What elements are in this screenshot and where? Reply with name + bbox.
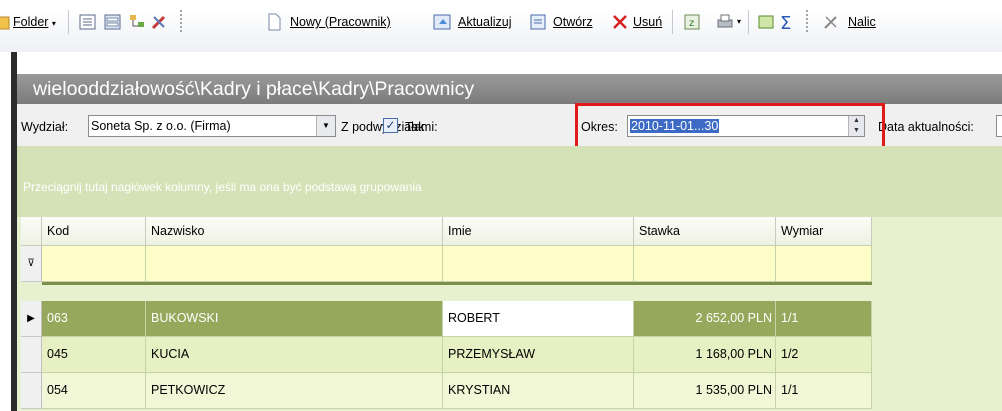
toolbar-separator	[748, 10, 749, 34]
folder-menu[interactable]: Folder ▾	[13, 12, 56, 32]
svg-text:Σ: Σ	[780, 13, 791, 31]
column-header-stawka[interactable]: Stawka	[634, 217, 776, 246]
toolbar-grip	[180, 10, 182, 34]
list-view-icon[interactable]	[79, 13, 97, 31]
toolbar-separator	[68, 10, 69, 34]
delete-icon	[613, 15, 627, 29]
department-select[interactable]: Soneta Sp. z o.o. (Firma) ▼	[88, 115, 336, 137]
column-header-imie[interactable]: Imie	[443, 217, 634, 246]
table-row-cell-imie[interactable]: PRZEMYSŁAW	[443, 337, 634, 373]
subdepartments-checkbox[interactable]: ✓	[383, 118, 398, 133]
filter-row-icon[interactable]: ⊽	[21, 246, 42, 282]
print-dropdown-chevron-icon[interactable]: ▾	[737, 12, 741, 32]
new-document-icon	[268, 13, 281, 31]
date-input[interactable]	[996, 115, 1002, 137]
open-icon	[530, 14, 546, 30]
calculate-icon	[824, 16, 837, 29]
open-button[interactable]: Otwórz	[553, 12, 593, 32]
subdepartments-value: Tak	[405, 120, 425, 134]
department-label: Wydział:	[21, 120, 69, 134]
form-view-icon[interactable]	[104, 13, 122, 31]
sum-icon[interactable]: Σ	[778, 13, 796, 31]
filter-cell-wymiar[interactable]	[776, 246, 872, 282]
filter-cell-imie[interactable]	[443, 246, 634, 282]
delete-button[interactable]: Usuń	[633, 12, 662, 32]
filter-row-separator	[42, 282, 872, 285]
filter-cell-kod[interactable]	[42, 246, 146, 282]
department-value: Soneta Sp. z o.o. (Firma)	[91, 119, 231, 133]
update-icon	[433, 14, 451, 30]
filter-cell-nazwisko[interactable]	[146, 246, 443, 282]
table-row-cell-nazwisko[interactable]: PETKOWICZ	[146, 373, 443, 409]
header-corner	[21, 217, 42, 246]
folder-view-icon[interactable]	[757, 13, 775, 31]
update-button[interactable]: Aktualizuj	[458, 12, 512, 32]
checkmark-icon: ✓	[385, 118, 396, 132]
calculate-button[interactable]: Nalic	[848, 12, 876, 32]
row-indicator-arrow-icon[interactable]: ▶	[21, 301, 42, 337]
table-row-cell-wymiar[interactable]: 1/1	[776, 301, 872, 337]
column-header-wymiar[interactable]: Wymiar	[776, 217, 872, 246]
column-header-nazwisko[interactable]: Nazwisko	[146, 217, 443, 246]
table-row-cell-nazwisko[interactable]: KUCIA	[146, 337, 443, 373]
new-employee-button[interactable]: Nowy (Pracownik)	[290, 12, 391, 32]
toolbar-grip	[806, 10, 808, 34]
table-row-cell-wymiar[interactable]: 1/2	[776, 337, 872, 373]
filter-cell-stawka[interactable]	[634, 246, 776, 282]
table-row-cell-stawka[interactable]: 2 652,00 PLN	[634, 301, 776, 337]
svg-text:z: z	[689, 18, 694, 29]
table-row-cell-imie[interactable]: KRYSTIAN	[443, 373, 634, 409]
table-row-cell-stawka[interactable]: 1 168,00 PLN	[634, 337, 776, 373]
chevron-down-icon: ▾	[51, 19, 56, 28]
column-header-kod[interactable]: Kod	[42, 217, 146, 246]
window-top-strip	[0, 0, 1002, 10]
table-row-cell-wymiar[interactable]: 1/1	[776, 373, 872, 409]
tree-icon[interactable]	[128, 13, 146, 31]
table-row-cell-stawka[interactable]: 1 535,00 PLN	[634, 373, 776, 409]
folder-icon	[0, 16, 10, 30]
chevron-down-icon[interactable]: ▼	[316, 116, 335, 136]
row-indicator[interactable]	[21, 373, 42, 409]
tools-icon[interactable]	[150, 13, 168, 31]
date-label: Data aktualności:	[878, 120, 974, 134]
table-row-cell-nazwisko[interactable]: BUKOWSKI	[146, 301, 443, 337]
excel-icon[interactable]: z	[683, 13, 701, 31]
table-row-cell-kod[interactable]: 045	[42, 337, 146, 373]
table-row-cell-kod[interactable]: 054	[42, 373, 146, 409]
print-icon[interactable]	[716, 13, 734, 31]
table-row-cell-imie[interactable]: ROBERT	[443, 301, 634, 337]
row-indicator[interactable]	[21, 337, 42, 373]
table-row-cell-kod[interactable]: 063	[42, 301, 146, 337]
group-by-hint: Przeciągnij tutaj nagłówek kolumny, jeśl…	[23, 180, 422, 194]
toolbar-separator	[672, 10, 673, 34]
page-title: wielooddziałowość\Kadry i płace\Kadry\Pr…	[17, 74, 1002, 104]
